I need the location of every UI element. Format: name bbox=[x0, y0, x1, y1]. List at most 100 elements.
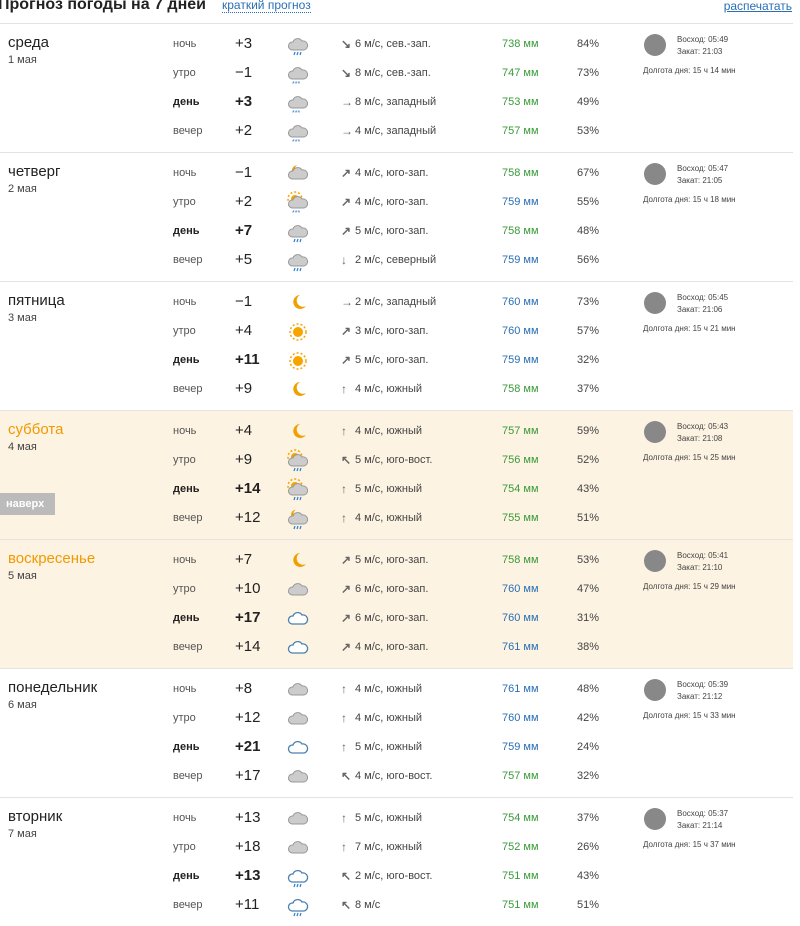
period: ночь bbox=[173, 683, 196, 695]
pressure: 758 мм bbox=[502, 383, 539, 395]
period: ночь bbox=[173, 812, 196, 824]
pressure: 760 мм bbox=[502, 325, 539, 337]
day-block: среда1 маяВосход: 05:49Закат: 21:03Долго… bbox=[0, 23, 793, 152]
forecast-row: вечер+2***→4 м/с, западный757 мм53% bbox=[0, 118, 793, 147]
forecast-row: вечер+17↖4 м/с, юго-вост.757 мм32% bbox=[0, 763, 793, 792]
wind: 2 м/с, юго-вост. bbox=[355, 870, 432, 882]
period: ночь bbox=[173, 296, 196, 308]
temperature: +5 bbox=[235, 251, 252, 268]
wind-direction-icon: ↑ bbox=[341, 511, 347, 525]
temperature: +17 bbox=[235, 609, 260, 626]
wind-direction-icon: ↗ bbox=[341, 224, 351, 238]
pressure: 758 мм bbox=[502, 225, 539, 237]
pressure: 760 мм bbox=[502, 296, 539, 308]
humidity: 43% bbox=[577, 870, 599, 882]
pressure: 754 мм bbox=[502, 483, 539, 495]
moon-cloud-icon bbox=[286, 162, 310, 186]
page-title: Прогноз погоды на 7 дней bbox=[0, 0, 206, 14]
wind-direction-icon: ↗ bbox=[341, 640, 351, 654]
wind: 5 м/с, юго-зап. bbox=[355, 354, 428, 366]
forecast-row: день+3***→8 м/с, западный753 мм49% bbox=[0, 89, 793, 118]
moon-icon bbox=[286, 549, 310, 573]
cloud-snow-icon: *** bbox=[286, 91, 310, 115]
wind-direction-icon: ↑ bbox=[341, 711, 347, 725]
forecast-row: вечер+5↓2 м/с, северный759 мм56% bbox=[0, 247, 793, 276]
period: день bbox=[173, 741, 200, 753]
temperature: −1 bbox=[235, 293, 252, 310]
wind: 4 м/с, юго-зап. bbox=[355, 196, 428, 208]
humidity: 32% bbox=[577, 770, 599, 782]
wind-direction-icon: ↖ bbox=[341, 869, 351, 883]
forecast-row: утро+12↑4 м/с, южный760 мм42% bbox=[0, 705, 793, 734]
wind: 4 м/с, западный bbox=[355, 125, 436, 137]
wind: 2 м/с, северный bbox=[355, 254, 436, 266]
forecast-row: день+17↗6 м/с, юго-зап.760 мм31% bbox=[0, 605, 793, 634]
forecast-row: день+11↗5 м/с, юго-зап.759 мм32% bbox=[0, 347, 793, 376]
wind-direction-icon: ↗ bbox=[341, 553, 351, 567]
forecast-row: ночь−1→2 м/с, западный760 мм73% bbox=[0, 289, 793, 318]
period: день bbox=[173, 96, 200, 108]
temperature: +4 bbox=[235, 422, 252, 439]
wind-direction-icon: ↖ bbox=[341, 453, 351, 467]
wind-direction-icon: ↑ bbox=[341, 840, 347, 854]
humidity: 51% bbox=[577, 899, 599, 911]
wind: 2 м/с, западный bbox=[355, 296, 436, 308]
day-block: пятница3 маяВосход: 05:45Закат: 21:06Дол… bbox=[0, 281, 793, 410]
cloud-snow-icon: *** bbox=[286, 62, 310, 86]
wind: 4 м/с, южный bbox=[355, 512, 422, 524]
cloud-icon bbox=[286, 578, 310, 602]
humidity: 59% bbox=[577, 425, 599, 437]
humidity: 53% bbox=[577, 125, 599, 137]
pressure: 761 мм bbox=[502, 641, 539, 653]
forecast-row: день+7↗5 м/с, юго-зап.758 мм48% bbox=[0, 218, 793, 247]
period: вечер bbox=[173, 770, 202, 782]
wind: 6 м/с, юго-зап. bbox=[355, 583, 428, 595]
humidity: 49% bbox=[577, 96, 599, 108]
wind-direction-icon: ↑ bbox=[341, 682, 347, 696]
period: день bbox=[173, 870, 200, 882]
forecast-row: вечер+12↑4 м/с, южный755 мм51% bbox=[0, 505, 793, 534]
print-link[interactable]: распечатать bbox=[724, 0, 792, 13]
forecast-row: день+14↑5 м/с, южный754 мм43% bbox=[0, 476, 793, 505]
cloud-light-icon bbox=[286, 607, 310, 631]
moon-icon bbox=[286, 378, 310, 402]
short-forecast-link[interactable]: краткий прогноз bbox=[222, 0, 311, 13]
wind-direction-icon: → bbox=[341, 295, 353, 309]
period: вечер bbox=[173, 512, 202, 524]
pressure: 753 мм bbox=[502, 96, 539, 108]
pressure: 759 мм bbox=[502, 741, 539, 753]
pressure: 758 мм bbox=[502, 554, 539, 566]
wind: 5 м/с, юго-зап. bbox=[355, 225, 428, 237]
cloud-light-rain-icon bbox=[286, 894, 310, 918]
cloud-light-icon bbox=[286, 736, 310, 760]
humidity: 53% bbox=[577, 554, 599, 566]
period: день bbox=[173, 354, 200, 366]
temperature: +11 bbox=[235, 896, 259, 913]
humidity: 42% bbox=[577, 712, 599, 724]
temperature: +3 bbox=[235, 35, 252, 52]
temperature: +7 bbox=[235, 222, 252, 239]
pressure: 756 мм bbox=[502, 454, 539, 466]
svg-text:***: *** bbox=[292, 139, 300, 144]
forecast-row: утро+10↗6 м/с, юго-зап.760 мм47% bbox=[0, 576, 793, 605]
wind: 6 м/с, юго-зап. bbox=[355, 612, 428, 624]
wind: 8 м/с, западный bbox=[355, 96, 436, 108]
pressure: 760 мм bbox=[502, 712, 539, 724]
pressure: 751 мм bbox=[502, 870, 539, 882]
back-to-top-button[interactable]: наверх bbox=[0, 493, 55, 515]
svg-text:***: *** bbox=[292, 210, 300, 215]
temperature: +10 bbox=[235, 580, 260, 597]
wind: 4 м/с, юго-зап. bbox=[355, 167, 428, 179]
pressure: 755 мм bbox=[502, 512, 539, 524]
humidity: 57% bbox=[577, 325, 599, 337]
humidity: 48% bbox=[577, 225, 599, 237]
forecast-row: ночь+4↑4 м/с, южный757 мм59% bbox=[0, 418, 793, 447]
humidity: 67% bbox=[577, 167, 599, 179]
temperature: +9 bbox=[235, 380, 252, 397]
wind: 4 м/с, юго-вост. bbox=[355, 770, 432, 782]
pressure: 760 мм bbox=[502, 612, 539, 624]
period: утро bbox=[173, 196, 196, 208]
temperature: +21 bbox=[235, 738, 260, 755]
temperature: −1 bbox=[235, 64, 252, 81]
humidity: 32% bbox=[577, 354, 599, 366]
